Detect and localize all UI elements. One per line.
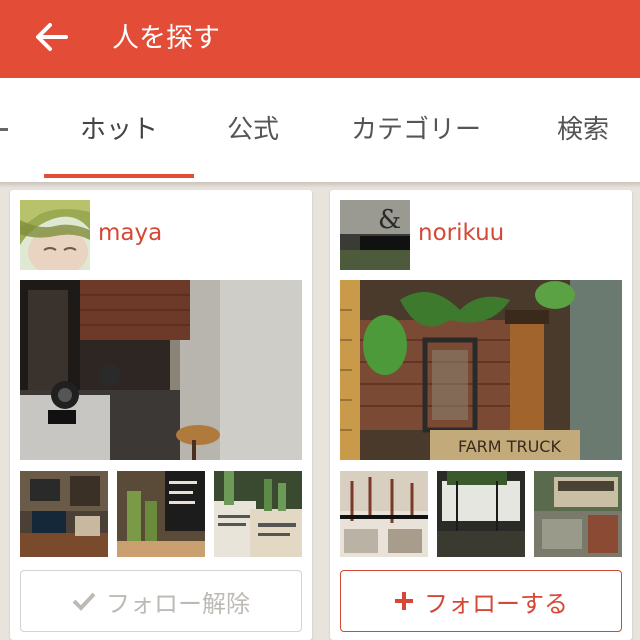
arrow-left-icon	[36, 23, 68, 51]
username[interactable]: norikuu	[418, 220, 504, 246]
avatar[interactable]: &	[340, 200, 410, 270]
thumbnail[interactable]	[117, 471, 205, 557]
thumbnail[interactable]	[534, 471, 622, 557]
user-card: & norikuu FARM TRUCK フォローする	[330, 190, 632, 640]
main-photo[interactable]: FARM TRUCK	[340, 280, 622, 460]
unfollow-button-label: フォロー解除	[106, 589, 250, 618]
follow-button-label: フォローする	[424, 589, 568, 618]
follow-button[interactable]: フォローする	[340, 570, 622, 632]
tab-search[interactable]: 検索	[538, 78, 628, 182]
main-photo[interactable]	[20, 280, 302, 460]
back-button[interactable]	[26, 12, 76, 62]
tab-bar-shadow	[0, 182, 640, 188]
app-bar: 人を探す	[0, 0, 640, 78]
thumbnail[interactable]	[437, 471, 525, 557]
active-tab-indicator	[44, 174, 194, 178]
tab-hot[interactable]: ホット	[44, 78, 194, 182]
svg-text:&: &	[378, 205, 401, 235]
tab-bar: ホット 公式 カテゴリー 検索	[0, 78, 640, 182]
check-icon	[72, 591, 96, 611]
thumbnail[interactable]	[340, 471, 428, 557]
avatar[interactable]	[20, 200, 90, 270]
tab-previous-partial[interactable]	[0, 128, 8, 131]
thumbnail[interactable]	[20, 471, 108, 557]
tab-official[interactable]: 公式	[208, 78, 298, 182]
username[interactable]: maya	[98, 220, 162, 246]
user-card: maya フォロー解除	[10, 190, 312, 640]
tab-category[interactable]: カテゴリー	[330, 78, 502, 182]
thumbnail[interactable]	[214, 471, 302, 557]
unfollow-button[interactable]: フォロー解除	[20, 570, 302, 632]
truck-sign-text: FARM TRUCK	[458, 437, 561, 456]
page-title: 人を探す	[112, 23, 220, 54]
plus-icon	[394, 591, 414, 611]
